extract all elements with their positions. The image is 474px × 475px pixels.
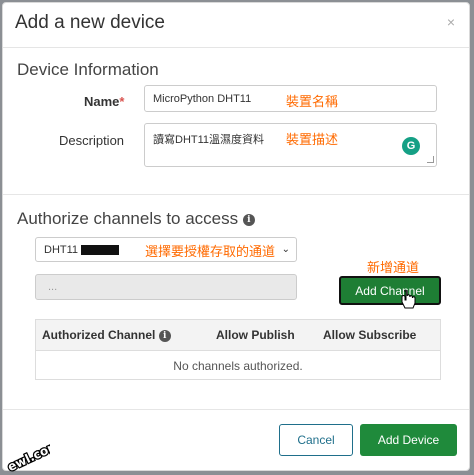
empty-message: No channels authorized. <box>173 358 303 373</box>
add-device-button[interactable]: Add Device <box>360 424 457 456</box>
watermark-logo-icon: ewl.com <box>4 443 50 473</box>
cancel-label: Cancel <box>297 433 335 447</box>
section-divider <box>3 194 469 195</box>
name-input-value: MicroPython DHT11 <box>153 92 252 105</box>
authorize-section-title: Authorize channels to access i <box>17 209 255 229</box>
grammarly-icon[interactable]: G <box>402 137 420 155</box>
info-icon[interactable]: i <box>158 329 171 342</box>
disabled-placeholder: ... <box>48 281 58 293</box>
header-allow-subscribe: Allow Subscribe <box>323 328 417 342</box>
add-channel-button[interactable]: Add Channel <box>339 276 441 305</box>
add-device-dialog: Add a new device × Device Information Na… <box>2 2 470 471</box>
close-icon[interactable]: × <box>447 14 455 30</box>
svg-text:ewl.com: ewl.com <box>5 443 50 473</box>
add-device-label: Add Device <box>377 433 440 447</box>
channel-permissions-input: ... <box>35 274 297 300</box>
description-annotation: 裝置描述 <box>286 132 339 147</box>
header-authorized-channel: Authorized Channel i <box>42 328 171 342</box>
device-info-title: Device Information <box>17 60 159 79</box>
required-mark: * <box>119 94 125 109</box>
add-channel-annotation: 新增通道 <box>367 260 420 275</box>
footer-divider <box>3 409 469 410</box>
name-label: Name* <box>84 94 125 109</box>
hand-cursor-icon <box>401 290 416 309</box>
table-empty-row: No channels authorized. <box>36 351 440 380</box>
header-allow-publish: Allow Publish <box>216 328 295 342</box>
select-annotation: 選擇要授權存取的通道 <box>145 244 276 259</box>
info-icon[interactable]: i <box>242 213 255 226</box>
cancel-button[interactable]: Cancel <box>279 424 353 456</box>
dialog-title: Add a new device <box>15 12 165 33</box>
description-value: 讀寫DHT11溫濕度資料 <box>153 134 265 146</box>
redacted-text <box>81 244 120 255</box>
description-label: Description <box>59 133 125 148</box>
channel-select-value: DHT11 <box>44 243 79 256</box>
table-header: Authorized Channel i Allow Publish Allow… <box>36 320 440 351</box>
chevron-down-icon: ⌄ <box>281 244 290 255</box>
dialog-header: Add a new device × <box>3 3 469 48</box>
resize-grip-icon[interactable] <box>427 156 434 163</box>
authorized-channels-table: Authorized Channel i Allow Publish Allow… <box>35 319 441 380</box>
name-annotation: 裝置名稱 <box>286 94 339 109</box>
